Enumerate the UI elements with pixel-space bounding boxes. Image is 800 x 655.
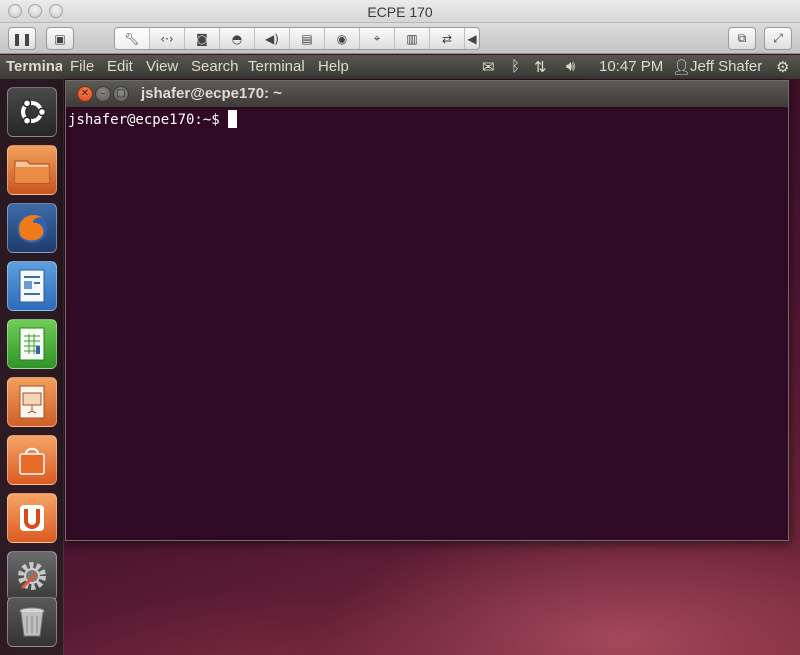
device-toolbar-group: 🔧︎ ‹·› ◙ ◓ ◀︎) ▤ ◉ ⌖ ▥ ⇄ ◀ (114, 27, 480, 50)
shell-prompt: jshafer@ecpe170:~$ (68, 112, 220, 128)
window-close-button[interactable]: ✕ (77, 86, 93, 102)
user-icon: 👤︎ (672, 59, 692, 76)
collapse-toolbar-button[interactable]: ◀ (465, 28, 479, 49)
launcher-software-center[interactable] (7, 435, 57, 485)
settings-gear-icon (18, 562, 46, 590)
terminal-output-area[interactable]: jshafer@ecpe170:~$ (66, 107, 788, 540)
usb-icon: ▤ (301, 31, 313, 46)
launcher-system-settings[interactable] (7, 551, 57, 601)
ubuntu-one-icon (20, 505, 44, 531)
cd-button[interactable]: ◓ (220, 28, 255, 49)
unity-launcher (0, 79, 64, 655)
launcher-files[interactable] (7, 145, 57, 195)
terminal-window-title: jshafer@ecpe170: ~ (141, 85, 282, 102)
snapshot-button[interactable]: ▣ (46, 27, 74, 50)
terminal-titlebar[interactable]: ✕ – □ jshafer@ecpe170: ~ (66, 81, 788, 107)
launcher-trash[interactable] (7, 597, 57, 647)
sound-button[interactable]: ◀︎) (255, 28, 290, 49)
hard-disk-button[interactable]: ◙ (185, 28, 220, 49)
top-panel: Terminal File Edit View Search Terminal … (0, 55, 800, 79)
launcher-libreoffice-calc[interactable] (7, 319, 57, 369)
window-minimize-button[interactable]: – (95, 86, 111, 102)
window-maximize-button[interactable]: □ (113, 86, 129, 102)
menu-edit[interactable]: Edit (107, 58, 133, 75)
snapshot-icon: ▣ (54, 31, 66, 46)
launcher-libreoffice-impress[interactable] (7, 377, 57, 427)
collapse-arrow-icon: ◀ (467, 31, 477, 46)
impress-presentation-icon (19, 385, 45, 419)
text-cursor (227, 110, 237, 128)
menu-file[interactable]: File (70, 58, 94, 75)
sound-icon: ◀︎) (265, 31, 279, 46)
clock[interactable]: 10:47 PM (599, 58, 663, 75)
pause-icon: ❚❚ (11, 31, 33, 46)
usb-device-icon: ▥ (406, 31, 418, 46)
menu-view[interactable]: View (146, 58, 178, 75)
usb-device-button[interactable]: ▥ (395, 28, 430, 49)
network-button[interactable]: ‹·› (150, 28, 185, 49)
camera-button[interactable]: ◉ (325, 28, 360, 49)
folder-icon (14, 160, 50, 184)
mouse-button[interactable]: ⌖ (360, 28, 395, 49)
settings-wrench-icon: 🔧︎ (124, 31, 140, 46)
host-titlebar: ECPE 170 (0, 0, 800, 23)
cd-icon: ◓ (231, 31, 243, 46)
trash-icon (19, 607, 45, 637)
camera-icon: ◉ (336, 31, 348, 46)
unity-mode-button[interactable]: ⧉ (728, 27, 756, 50)
unity-mode-icon: ⧉ (737, 31, 747, 45)
sharing-icon: ⇄ (441, 31, 453, 46)
network-icon: ‹·› (160, 31, 174, 46)
hard-disk-icon: ◙ (196, 31, 208, 46)
minimize-icon: – (100, 88, 106, 99)
menu-search[interactable]: Search (191, 58, 239, 75)
volume-icon[interactable]: 🔊︎ (566, 58, 575, 75)
shopping-bag-icon (19, 447, 45, 475)
firefox-icon (17, 213, 47, 243)
launcher-dash-home[interactable] (7, 87, 57, 137)
settings-button[interactable]: 🔧︎ (115, 28, 150, 49)
ubuntu-logo-icon (21, 99, 47, 125)
maximize-icon: □ (116, 88, 126, 99)
mail-icon[interactable]: ✉ (482, 58, 495, 76)
session-gear-icon[interactable]: ⚙ (776, 58, 789, 76)
launcher-firefox[interactable] (7, 203, 57, 253)
user-name[interactable]: Jeff Shafer (690, 58, 762, 75)
mouse-icon: ⌖ (373, 31, 381, 45)
launcher-libreoffice-writer[interactable] (7, 261, 57, 311)
writer-document-icon (19, 269, 45, 303)
close-icon: ✕ (80, 88, 90, 99)
bluetooth-icon[interactable]: ᛒ (511, 58, 520, 75)
calc-spreadsheet-icon (19, 327, 45, 361)
fullscreen-icon: ⤢ (773, 31, 783, 45)
launcher-ubuntu-one[interactable] (7, 493, 57, 543)
fullscreen-button[interactable]: ⤢ (764, 27, 792, 50)
network-arrows-icon[interactable]: ⇅ (534, 58, 547, 76)
usb-button[interactable]: ▤ (290, 28, 325, 49)
active-app-name: Terminal (6, 58, 62, 75)
host-window-title: ECPE 170 (367, 4, 433, 20)
menu-help[interactable]: Help (318, 58, 349, 75)
host-toolbar: ❚❚ ▣ 🔧︎ ‹·› ◙ ◓ ◀︎) ▤ ◉ ⌖ ▥ ⇄ ◀ ⧉ ⤢ (0, 23, 800, 54)
terminal-window: ✕ – □ jshafer@ecpe170: ~ jshafer@ecpe170… (65, 80, 789, 541)
sharing-button[interactable]: ⇄ (430, 28, 465, 49)
menu-terminal[interactable]: Terminal (248, 58, 305, 75)
pause-button[interactable]: ❚❚ (8, 27, 36, 50)
